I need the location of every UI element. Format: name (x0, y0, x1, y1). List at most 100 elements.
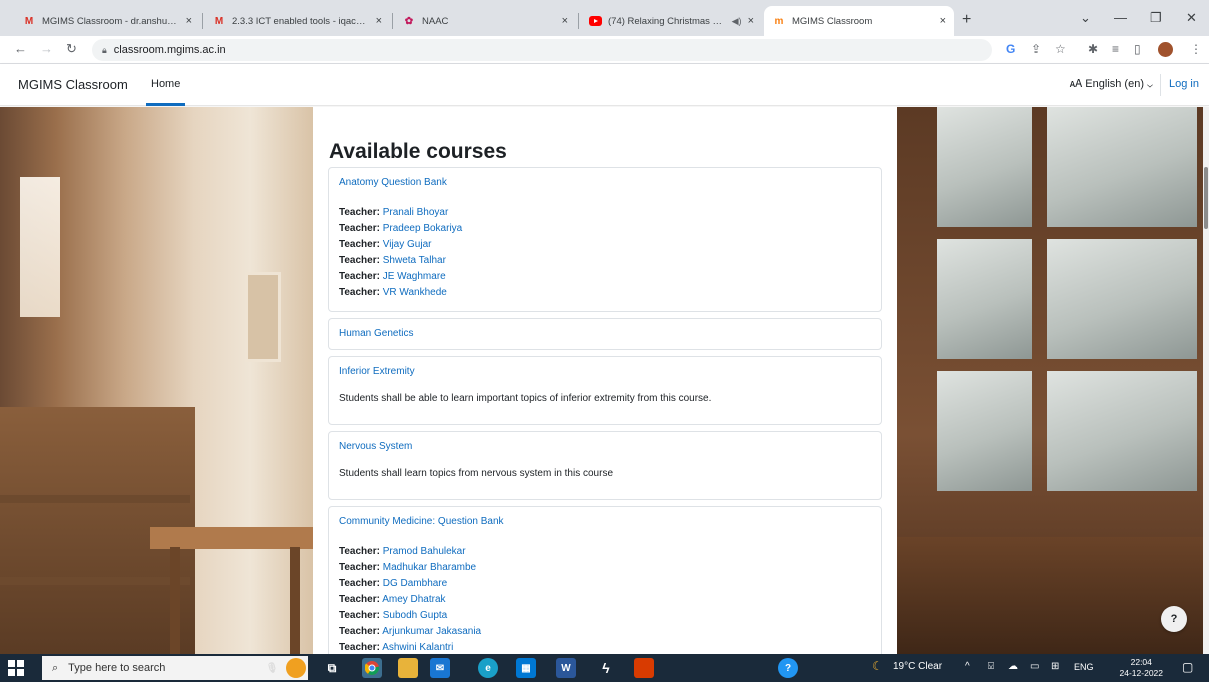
close-tab-icon[interactable]: × (748, 15, 754, 27)
youtube-icon (588, 14, 602, 28)
close-tab-icon[interactable]: × (186, 15, 192, 27)
teacher-link[interactable]: DG Dambhare (383, 578, 447, 589)
browser-tab-5[interactable]: m MGIMS Classroom × (764, 6, 954, 36)
menu-kebab-icon[interactable]: ⋮ (1190, 42, 1202, 56)
side-panel-icon[interactable]: ▯ (1134, 42, 1141, 56)
navbar-divider (1160, 74, 1161, 96)
tab-search-icon[interactable]: ⌄ (1080, 10, 1091, 26)
language-menu[interactable]: 🗚︎ English (en) ⌄ (1070, 78, 1153, 91)
teacher-list: Teacher: Pramod Bahulekar Teacher: Madhu… (339, 544, 871, 654)
teacher-link[interactable]: Shweta Talhar (383, 255, 446, 266)
widget-icon[interactable] (286, 658, 306, 678)
browser-tab-3[interactable]: ✿ NAAC × (394, 6, 576, 36)
weather-icon: ☾ (872, 659, 883, 673)
course-link[interactable]: Inferior Extremity (339, 366, 871, 377)
forward-icon[interactable]: → (40, 41, 53, 56)
bookmark-star-icon[interactable]: ☆ (1055, 42, 1066, 56)
tray-language[interactable]: ENG (1074, 662, 1094, 672)
course-link[interactable]: Nervous System (339, 441, 871, 452)
tray-chevron-icon[interactable]: ^ (965, 661, 970, 672)
teacher-link[interactable]: Vijay Gujar (383, 239, 432, 250)
tray-cloud-icon[interactable]: ☁ (1008, 661, 1018, 672)
close-tab-icon[interactable]: × (940, 15, 946, 27)
tray-battery-icon[interactable]: ▭ (1030, 661, 1039, 672)
google-icon[interactable]: G (1006, 42, 1015, 56)
office-icon[interactable] (634, 658, 654, 678)
back-icon[interactable]: ← (14, 41, 27, 56)
task-view-icon[interactable]: ⧉ (322, 658, 342, 678)
teacher-row: Teacher: Subodh Gupta (339, 610, 448, 621)
reload-icon[interactable]: ↻ (66, 41, 77, 57)
browser-tab-2[interactable]: M 2.3.3 ICT enabled tools - iqac@m × (204, 6, 390, 36)
teacher-link[interactable]: Arjunkumar Jakasania (382, 626, 481, 637)
tray-network-icon[interactable]: ⊞ (1051, 661, 1059, 672)
helper-icon[interactable]: ? (778, 658, 798, 678)
lock-icon[interactable]: 🔒︎ (102, 45, 107, 56)
nav-home-link[interactable]: Home (146, 64, 186, 106)
edge-icon[interactable]: e (478, 658, 498, 678)
teacher-row: Teacher: Madhukar Bharambe (339, 562, 477, 573)
help-button[interactable]: ? (1161, 606, 1187, 632)
scrollbar-thumb[interactable] (1204, 167, 1208, 229)
taskbar-search-placeholder: Type here to search (68, 662, 166, 674)
chrome-icon[interactable] (362, 658, 382, 678)
page-scrollbar[interactable] (1203, 107, 1209, 654)
teacher-link[interactable]: JE Waghmare (383, 271, 446, 282)
teacher-link[interactable]: Madhukar Bharambe (383, 562, 476, 573)
url-input[interactable]: 🔒︎ classroom.mgims.ac.in (92, 39, 992, 61)
close-tab-icon[interactable]: × (376, 15, 382, 27)
word-icon[interactable]: W (556, 658, 576, 678)
cortana-icon[interactable]: 🎙︎ (262, 658, 282, 678)
teacher-row: Teacher: Ashwini Kalantri (339, 642, 454, 653)
extensions-icon[interactable]: ✱ (1088, 42, 1098, 56)
browser-tab-strip: M MGIMS Classroom - dr.anshu@g × M 2.3.3… (0, 0, 1209, 36)
teacher-link[interactable]: Amey Dhatrak (382, 594, 445, 605)
teacher-row: Teacher: JE Waghmare (339, 271, 446, 282)
reading-list-icon[interactable]: ≡ (1112, 42, 1119, 56)
background-image-right (897, 107, 1209, 654)
taskbar-clock[interactable]: 22:04 24-12-2022 (1120, 657, 1163, 679)
teacher-link[interactable]: Pradeep Bokariya (383, 223, 463, 234)
teacher-link[interactable]: Pranali Bhoyar (383, 207, 449, 218)
store-icon[interactable]: ▦ (516, 658, 536, 678)
mail-icon[interactable]: ✉ (430, 658, 450, 678)
teacher-row: Teacher: Pranali Bhoyar (339, 207, 449, 218)
teacher-link[interactable]: VR Wankhede (383, 287, 447, 298)
tab-title: (74) Relaxing Christmas Musi (608, 15, 728, 27)
clock-time: 22:04 (1130, 657, 1152, 667)
course-card: Inferior Extremity Students shall be abl… (328, 356, 882, 425)
file-explorer-icon[interactable] (398, 658, 418, 678)
course-link[interactable]: Anatomy Question Bank (339, 177, 871, 188)
course-link[interactable]: Community Medicine: Question Bank (339, 516, 871, 527)
teacher-link[interactable]: Pramod Bahulekar (383, 546, 466, 557)
browser-tab-4[interactable]: (74) Relaxing Christmas Musi ◀) × (580, 6, 762, 36)
clock-date: 24-12-2022 (1119, 668, 1163, 678)
notification-icon[interactable]: ▢ (1182, 660, 1193, 674)
weather-text[interactable]: 19°C Clear (893, 661, 942, 672)
login-link[interactable]: Log in (1169, 78, 1199, 90)
windows-start-icon[interactable] (8, 660, 24, 676)
browser-tab-1[interactable]: M MGIMS Classroom - dr.anshu@g × (14, 6, 200, 36)
minimize-icon[interactable]: — (1114, 10, 1127, 25)
teacher-link[interactable]: Subodh Gupta (383, 610, 448, 621)
tray-meet-icon[interactable]: ⍌ (988, 661, 994, 672)
tab-title: 2.3.3 ICT enabled tools - iqac@m (232, 15, 370, 27)
site-brand[interactable]: MGIMS Classroom (18, 77, 128, 92)
app-bolt-icon[interactable]: ϟ (596, 658, 616, 678)
search-icon: ⌕ (52, 661, 59, 674)
site-navbar: MGIMS Classroom Home 🗚︎ English (en) ⌄ L… (0, 64, 1209, 106)
maximize-icon[interactable]: ❐ (1150, 10, 1162, 26)
course-link[interactable]: Human Genetics (339, 328, 871, 339)
new-tab-button[interactable]: + (962, 11, 971, 29)
close-window-icon[interactable]: ✕ (1186, 10, 1197, 26)
close-tab-icon[interactable]: × (562, 15, 568, 27)
speaker-icon[interactable]: ◀) (732, 16, 742, 27)
teacher-row: Teacher: Amey Dhatrak (339, 594, 446, 605)
translate-icon: 🗚︎ (1069, 78, 1086, 90)
share-icon[interactable]: ⇪ (1031, 42, 1041, 56)
course-card: Nervous System Students shall learn topi… (328, 431, 882, 500)
teacher-link[interactable]: Ashwini Kalantri (382, 642, 453, 653)
profile-avatar-icon[interactable] (1158, 42, 1173, 57)
page-heading: Available courses (329, 140, 507, 163)
gmail-icon: M (24, 15, 34, 27)
